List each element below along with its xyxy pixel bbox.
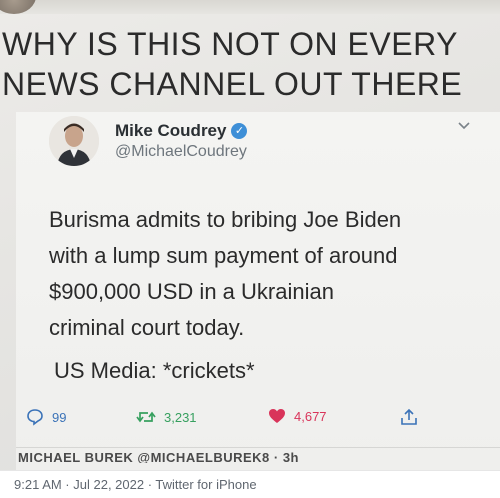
author-name[interactable]: Mike Coudrey (115, 121, 226, 141)
tweet-body: Burisma admits to bribing Joe Biden with… (49, 207, 402, 340)
author-avatar[interactable] (49, 116, 99, 166)
retweet-icon (136, 411, 156, 423)
author-name-row[interactable]: Mike Coudrey ✓ (115, 121, 248, 141)
next-tweet-header-cutoff: MICHAEL BUREK @MICHAELBUREK8 · 3h (18, 452, 318, 463)
next-tweet-header-text: MICHAEL BUREK @MICHAELBUREK8 · 3h (18, 452, 300, 463)
share-icon (401, 408, 417, 425)
share-action[interactable] (400, 408, 418, 426)
tweet-reply-line: US Media: *crickets* (54, 358, 255, 383)
like-action[interactable]: 4,677 (268, 408, 327, 424)
post-footer: 9:21 AM · Jul 22, 2022 · Twitter for iPh… (0, 470, 500, 498)
reply-count: 99 (52, 409, 67, 425)
reply-bubble-icon (27, 409, 43, 426)
retweet-action[interactable]: 3,231 (136, 408, 197, 426)
post-timestamp-source[interactable]: 9:21 AM · Jul 22, 2022 · Twitter for iPh… (14, 477, 257, 492)
tweet-actions-bar: 99 3,231 4,677 (16, 408, 500, 436)
verified-badge-icon: ✓ (231, 123, 248, 139)
heart-icon (269, 409, 285, 423)
headline-caption: WHY IS THIS NOT ON EVERY NEWS CHANNEL OU… (2, 26, 463, 102)
author-avatar-image (49, 116, 99, 166)
reply-action[interactable]: 99 (26, 408, 66, 426)
divider (16, 447, 500, 448)
chevron-down-icon[interactable] (456, 118, 472, 134)
author-handle[interactable]: @MichaelCoudrey (115, 143, 247, 161)
retweet-count: 3,231 (164, 409, 197, 425)
like-count: 4,677 (294, 408, 327, 424)
